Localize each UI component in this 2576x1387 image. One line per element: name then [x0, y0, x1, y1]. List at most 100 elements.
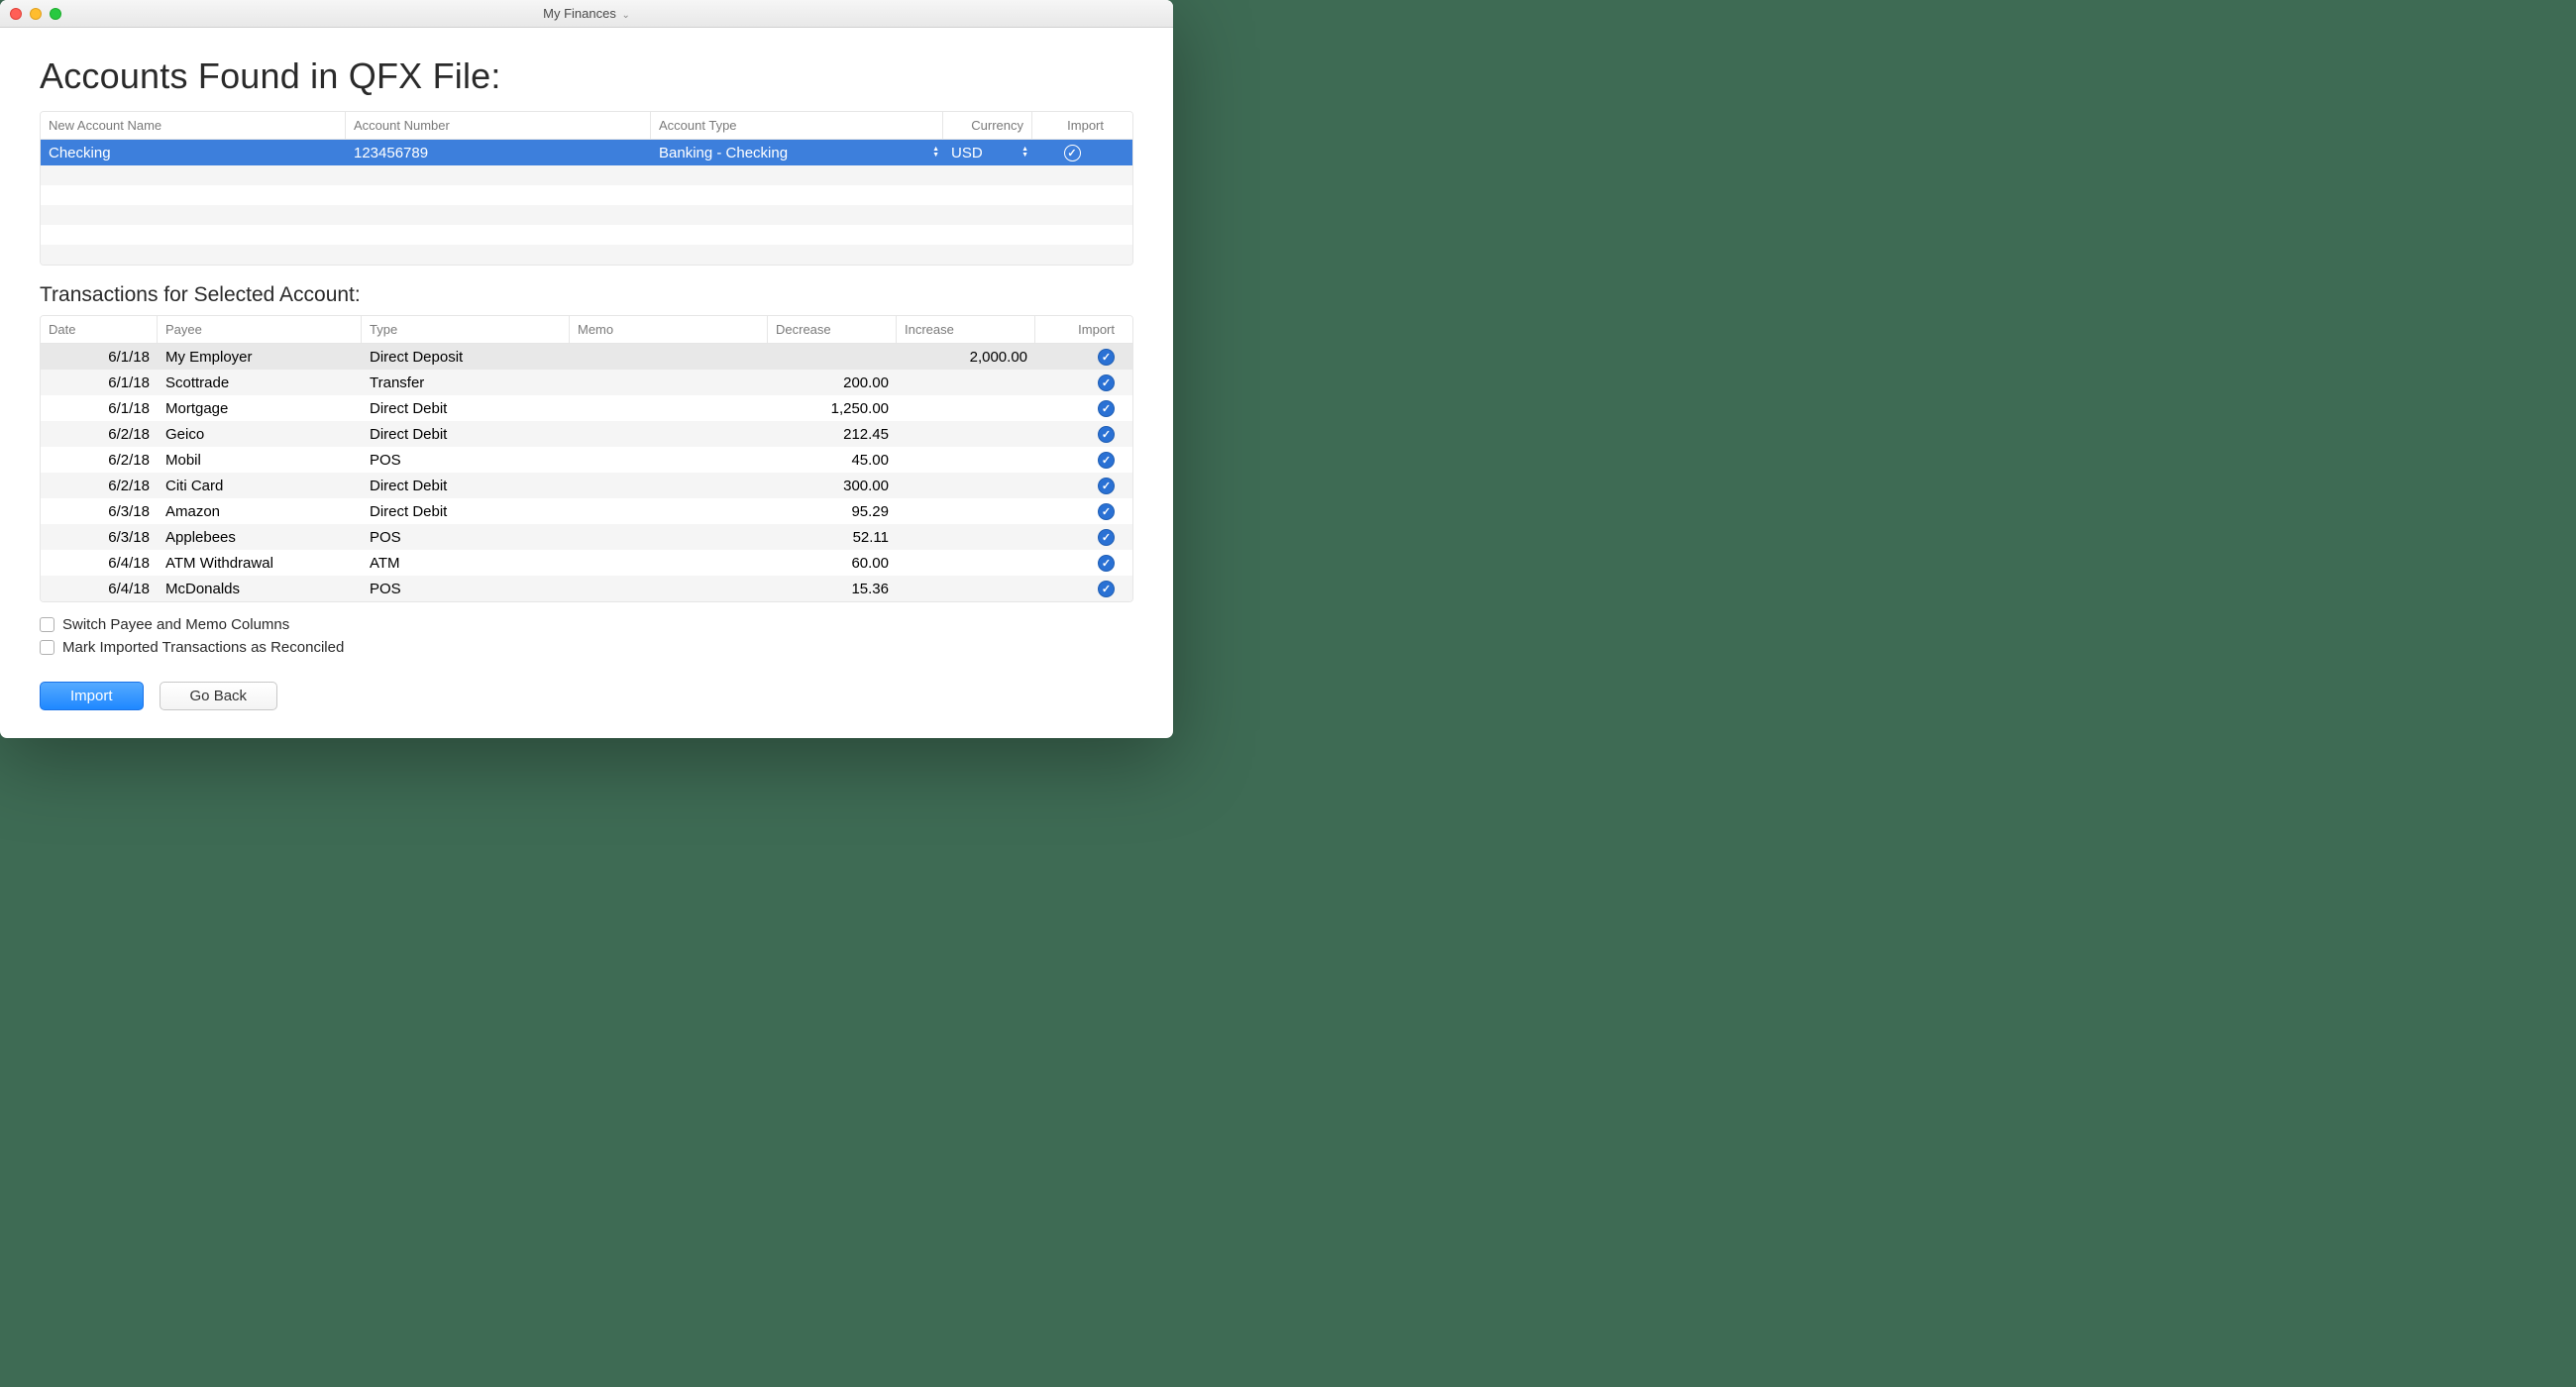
cell-date: 6/4/18	[41, 581, 158, 597]
transactions-table-header: Date Payee Type Memo Decrease Increase I…	[41, 316, 1132, 344]
mark-reconciled-label: Mark Imported Transactions as Reconciled	[62, 639, 344, 656]
go-back-button[interactable]: Go Back	[160, 682, 278, 710]
switch-columns-label: Switch Payee and Memo Columns	[62, 616, 289, 633]
col-currency[interactable]: Currency	[943, 112, 1032, 139]
cell-decrease: 95.29	[768, 503, 897, 520]
switch-columns-option[interactable]: Switch Payee and Memo Columns	[40, 616, 1133, 633]
checkbox-icon[interactable]	[40, 617, 54, 632]
cell-import[interactable]: ✓	[1035, 502, 1132, 520]
col-import[interactable]: Import	[1032, 112, 1112, 139]
table-row[interactable]: 6/3/18ApplebeesPOS52.11✓	[41, 524, 1132, 550]
table-row	[41, 225, 1132, 245]
cell-decrease: 60.00	[768, 555, 897, 572]
table-row[interactable]: 6/2/18GeicoDirect Debit212.45✓	[41, 421, 1132, 447]
col-account-name[interactable]: New Account Name	[41, 112, 346, 139]
check-icon[interactable]: ✓	[1098, 426, 1115, 443]
cell-date: 6/2/18	[41, 478, 158, 494]
table-row[interactable]: 6/4/18McDonaldsPOS15.36✓	[41, 576, 1132, 601]
cell-import[interactable]: ✓	[1035, 528, 1132, 546]
cell-payee: Geico	[158, 426, 362, 443]
cell-date: 6/1/18	[41, 349, 158, 366]
table-row	[41, 165, 1132, 185]
col-payee[interactable]: Payee	[158, 316, 362, 343]
cell-type: ATM	[362, 555, 570, 572]
cell-import[interactable]: ✓	[1035, 399, 1132, 417]
col-type[interactable]: Type	[362, 316, 570, 343]
cell-payee: My Employer	[158, 349, 362, 366]
table-row[interactable]: 6/1/18ScottradeTransfer200.00✓	[41, 370, 1132, 395]
col-account-type[interactable]: Account Type	[651, 112, 943, 139]
table-row[interactable]: Checking123456789Banking - Checking▲▼USD…	[41, 140, 1132, 165]
table-row[interactable]: 6/4/18ATM WithdrawalATM60.00✓	[41, 550, 1132, 576]
titlebar: My Finances ⌄	[0, 0, 1173, 28]
cell-import[interactable]: ✓	[1035, 373, 1132, 391]
transactions-table-body: 6/1/18My EmployerDirect Deposit2,000.00✓…	[41, 344, 1132, 601]
table-row	[41, 205, 1132, 225]
accounts-table-empty-rows	[41, 165, 1132, 265]
col-increase[interactable]: Increase	[897, 316, 1035, 343]
cell-import[interactable]: ✓	[1035, 425, 1132, 443]
cell-import[interactable]: ✓	[1035, 451, 1132, 469]
table-row[interactable]: 6/1/18My EmployerDirect Deposit2,000.00✓	[41, 344, 1132, 370]
cell-import[interactable]: ✓	[1035, 554, 1132, 572]
cell-payee: Mortgage	[158, 400, 362, 417]
table-row[interactable]: 6/3/18AmazonDirect Debit95.29✓	[41, 498, 1132, 524]
app-window: My Finances ⌄ Accounts Found in QFX File…	[0, 0, 1173, 738]
transactions-table: Date Payee Type Memo Decrease Increase I…	[40, 315, 1133, 602]
stepper-icon[interactable]: ▲▼	[1021, 147, 1028, 159]
check-icon[interactable]: ✓	[1098, 478, 1115, 494]
content: Accounts Found in QFX File: New Account …	[0, 28, 1173, 738]
accounts-table-header: New Account Name Account Number Account …	[41, 112, 1132, 140]
cell-decrease: 212.45	[768, 426, 897, 443]
cell-type: Transfer	[362, 374, 570, 391]
col-account-number[interactable]: Account Number	[346, 112, 651, 139]
cell-date: 6/4/18	[41, 555, 158, 572]
check-icon[interactable]: ✓	[1098, 452, 1115, 469]
cell-date: 6/2/18	[41, 452, 158, 469]
col-date[interactable]: Date	[41, 316, 158, 343]
check-icon[interactable]: ✓	[1098, 503, 1115, 520]
table-row[interactable]: 6/2/18MobilPOS45.00✓	[41, 447, 1132, 473]
table-row[interactable]: 6/1/18MortgageDirect Debit1,250.00✓	[41, 395, 1132, 421]
cell-type: POS	[362, 529, 570, 546]
cell-decrease: 1,250.00	[768, 400, 897, 417]
stepper-icon[interactable]: ▲▼	[932, 147, 939, 159]
checkbox-icon[interactable]	[40, 640, 54, 655]
import-button[interactable]: Import	[40, 682, 144, 710]
cell-import[interactable]: ✓	[1032, 144, 1112, 161]
check-icon[interactable]: ✓	[1098, 581, 1115, 597]
cell-type: POS	[362, 452, 570, 469]
check-icon[interactable]: ✓	[1098, 349, 1115, 366]
check-icon[interactable]: ✓	[1098, 555, 1115, 572]
col-import-tx[interactable]: Import	[1035, 316, 1132, 343]
cell-type: Direct Debit	[362, 503, 570, 520]
cell-payee: Scottrade	[158, 374, 362, 391]
cell-account-type[interactable]: Banking - Checking▲▼	[651, 145, 943, 161]
check-icon[interactable]: ✓	[1098, 529, 1115, 546]
col-decrease[interactable]: Decrease	[768, 316, 897, 343]
transactions-heading: Transactions for Selected Account:	[40, 283, 1133, 307]
table-row[interactable]: 6/2/18Citi CardDirect Debit300.00✓	[41, 473, 1132, 498]
mark-reconciled-option[interactable]: Mark Imported Transactions as Reconciled	[40, 639, 1133, 656]
cell-import[interactable]: ✓	[1035, 477, 1132, 494]
cell-currency[interactable]: USD▲▼	[943, 145, 1032, 161]
table-row	[41, 185, 1132, 205]
cell-date: 6/3/18	[41, 529, 158, 546]
cell-type: Direct Debit	[362, 400, 570, 417]
window-title-text: My Finances	[543, 6, 616, 21]
cell-account-number: 123456789	[346, 145, 651, 161]
check-icon[interactable]: ✓	[1064, 145, 1081, 161]
dialog-buttons: Import Go Back	[40, 682, 1133, 710]
cell-payee: Mobil	[158, 452, 362, 469]
cell-import[interactable]: ✓	[1035, 580, 1132, 597]
accounts-table-body: Checking123456789Banking - Checking▲▼USD…	[41, 140, 1132, 165]
cell-payee: Citi Card	[158, 478, 362, 494]
window-title[interactable]: My Finances ⌄	[0, 6, 1173, 21]
cell-import[interactable]: ✓	[1035, 348, 1132, 366]
check-icon[interactable]: ✓	[1098, 400, 1115, 417]
cell-account-name[interactable]: Checking	[41, 145, 346, 161]
col-memo[interactable]: Memo	[570, 316, 768, 343]
check-icon[interactable]: ✓	[1098, 374, 1115, 391]
page-title: Accounts Found in QFX File:	[40, 55, 1133, 97]
table-row	[41, 245, 1132, 265]
